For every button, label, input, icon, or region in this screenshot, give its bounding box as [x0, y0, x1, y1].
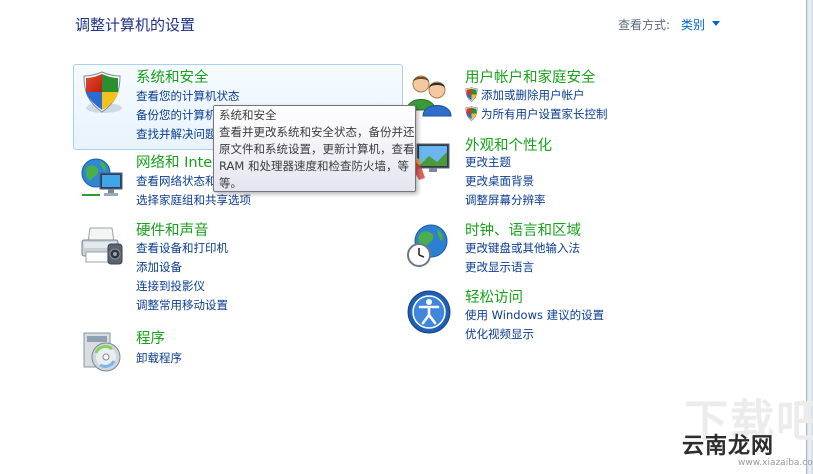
watermark-url: www.xiazaiba.com: [738, 458, 813, 468]
link-uninstall-program[interactable]: 卸载程序: [136, 350, 182, 366]
category-appearance-title[interactable]: 外观和个性化: [465, 134, 552, 155]
tooltip-body: 查看并更改系统和安全状态，备份并还原文件和系统设置，更新计算机，查看 RAM 和…: [219, 125, 415, 190]
link-connect-projector[interactable]: 连接到投影仪: [136, 278, 205, 294]
link-recommended-settings[interactable]: 使用 Windows 建议的设置: [465, 307, 604, 323]
uac-shield-icon: [465, 87, 478, 102]
tooltip: 系统和安全 查看并更改系统和安全状态，备份并还原文件和系统设置，更新计算机，查看…: [213, 105, 416, 192]
link-homegroup-sharing[interactable]: 选择家庭组和共享选项: [136, 192, 251, 208]
clock-globe-icon[interactable]: [405, 221, 453, 269]
link-optimize-visual-display[interactable]: 优化视频显示: [465, 326, 534, 342]
link-screen-resolution[interactable]: 调整屏幕分辨率: [465, 192, 546, 208]
system-security-icon[interactable]: [78, 68, 126, 116]
link-change-theme[interactable]: 更改主题: [465, 154, 511, 170]
tooltip-title: 系统和安全: [219, 108, 277, 122]
ease-of-access-icon[interactable]: [405, 288, 453, 336]
link-troubleshoot[interactable]: 查找并解决问题: [136, 126, 217, 142]
category-user-accounts-title[interactable]: 用户帐户和家庭安全: [465, 66, 596, 87]
category-hardware-sound-title[interactable]: 硬件和声音: [136, 219, 209, 240]
link-change-display-language[interactable]: 更改显示语言: [465, 259, 534, 275]
watermark-brand: 云南龙网: [682, 434, 775, 459]
network-globe-icon[interactable]: [78, 153, 126, 201]
category-clock-language-title[interactable]: 时钟、语言和区域: [465, 219, 581, 240]
link-backup-computer[interactable]: 备份您的计算机: [136, 107, 217, 123]
page-title: 调整计算机的设置: [75, 16, 196, 34]
link-view-computer-status[interactable]: 查看您的计算机状态: [136, 88, 240, 104]
link-mobility-settings[interactable]: 调整常用移动设置: [136, 297, 228, 313]
link-devices-printers[interactable]: 查看设备和打印机: [136, 240, 228, 256]
view-by-dropdown[interactable]: 类别: [681, 16, 705, 33]
link-add-remove-accounts[interactable]: 添加或删除用户帐户: [481, 87, 585, 103]
link-add-device[interactable]: 添加设备: [136, 259, 182, 275]
view-by-label: 查看方式:: [618, 18, 671, 32]
link-parental-controls[interactable]: 为所有用户设置家长控制: [481, 106, 608, 122]
programs-disc-icon[interactable]: [78, 327, 126, 375]
category-programs-title[interactable]: 程序: [136, 327, 165, 348]
category-ease-of-access-title[interactable]: 轻松访问: [465, 286, 523, 307]
uac-shield-icon: [465, 106, 478, 121]
category-system-security-title[interactable]: 系统和安全: [136, 66, 209, 87]
link-change-desktop-background[interactable]: 更改桌面背景: [465, 173, 534, 189]
chevron-down-icon[interactable]: [712, 21, 720, 26]
printer-icon[interactable]: [78, 222, 126, 270]
link-change-keyboard[interactable]: 更改键盘或其他输入法: [465, 240, 580, 256]
